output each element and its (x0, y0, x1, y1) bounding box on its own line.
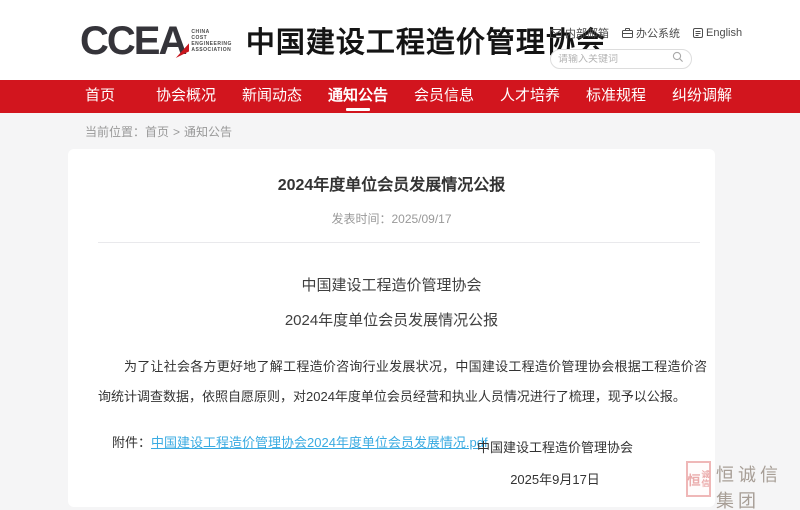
logo-subtitle: CHINA COST ENGINEERING ASSOCIATION (191, 29, 232, 53)
main-nav: 首页 协会概况 新闻动态 通知公告 会员信息 人才培养 标准规程 纠纷调解 (0, 80, 800, 113)
nav-item-membership[interactable]: 会员信息 (401, 80, 487, 113)
nav-item-dispute-mediation[interactable]: 纠纷调解 (659, 80, 745, 113)
signature-date: 2025年9月17日 (435, 469, 675, 488)
watermark-name-cn: 恒诚信集团 (716, 461, 800, 510)
nav-item-association-overview[interactable]: 协会概况 (143, 80, 229, 113)
article-body: 为了让社会各方更好地了解工程造价咨询行业发展状况，中国建设工程造价管理协会根据工… (98, 352, 707, 412)
breadcrumb-current: 通知公告 (184, 125, 232, 139)
signature-org: 中国建设工程造价管理协会 (435, 437, 675, 456)
hengchengxin-logo-icon: 恒 诚 信 (686, 461, 711, 497)
search-icon[interactable] (672, 50, 684, 68)
article-paragraph: 为了让社会各方更好地了解工程造价咨询行业发展状况，中国建设工程造价管理协会根据工… (98, 352, 707, 412)
office-system-link[interactable]: 办公系统 (622, 25, 680, 41)
article-publish-date: 发表时间：2025/09/17 (68, 210, 715, 227)
breadcrumb-home-link[interactable]: 首页 (145, 125, 169, 139)
header-links: 内部邮箱 办公系统 English (550, 25, 700, 41)
english-link[interactable]: English (693, 25, 742, 41)
attachment-label: 附件： (112, 435, 151, 450)
nav-item-news[interactable]: 新闻动态 (229, 80, 315, 113)
body-heading-title: 2024年度单位会员发展情况公报 (68, 309, 715, 330)
globe-icon (693, 28, 703, 38)
nav-item-standards[interactable]: 标准规程 (573, 80, 659, 113)
nav-item-notices[interactable]: 通知公告 (315, 80, 401, 113)
ccea-logo-text: CCEA (80, 21, 185, 61)
internal-mail-link[interactable]: 内部邮箱 (550, 25, 609, 41)
nav-item-home[interactable]: 首页 (57, 80, 143, 113)
search-input[interactable] (558, 54, 672, 65)
header-utilities: 内部邮箱 办公系统 English (550, 25, 700, 69)
search-box[interactable] (550, 49, 692, 69)
nav-item-training[interactable]: 人才培养 (487, 80, 573, 113)
article-card: 2024年度单位会员发展情况公报 发表时间：2025/09/17 中国建设工程造… (68, 149, 715, 507)
body-heading-org: 中国建设工程造价管理协会 (68, 274, 715, 295)
title-divider (98, 242, 700, 243)
breadcrumb-separator: > (173, 125, 180, 139)
briefcase-icon (622, 28, 633, 38)
article-signature: 中国建设工程造价管理协会 2025年9月17日 (435, 437, 675, 488)
site-header: CCEA CHINA COST ENGINEERING ASSOCIATION … (0, 0, 800, 80)
hengchengxin-watermark: 恒 诚 信 恒诚信集团 Hengchengxin Group (686, 461, 800, 510)
breadcrumb-prefix: 当前位置： (85, 125, 145, 139)
mail-icon (550, 29, 562, 38)
site-logo[interactable]: CCEA CHINA COST ENGINEERING ASSOCIATION … (80, 21, 606, 63)
article-title: 2024年度单位会员发展情况公报 (68, 171, 715, 195)
breadcrumb: 当前位置：首页 > 通知公告 (0, 113, 800, 140)
